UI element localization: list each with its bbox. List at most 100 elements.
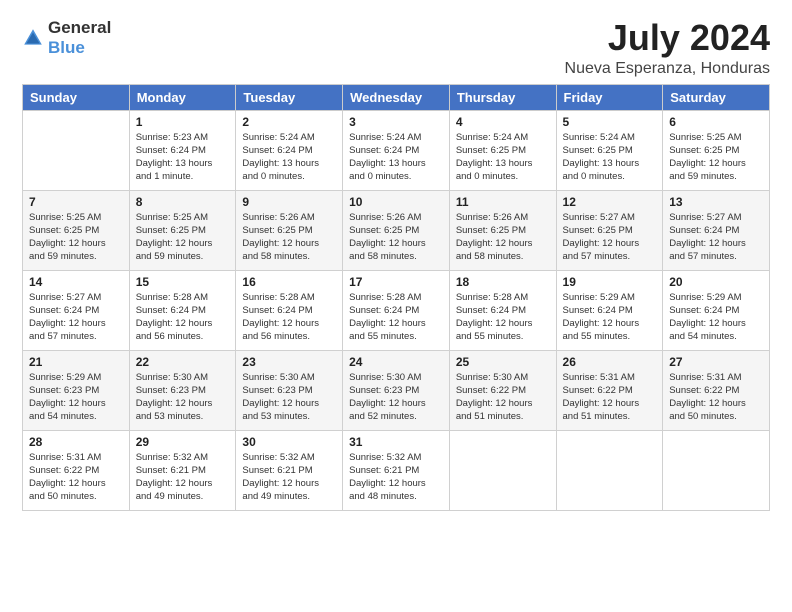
daylight-line1: Daylight: 13 hours [563,157,657,170]
day-number: 2 [242,115,336,129]
daylight-line1: Daylight: 12 hours [242,477,336,490]
sunrise-line: Sunrise: 5:28 AM [136,291,230,304]
calendar-cell: 2 Sunrise: 5:24 AMSunset: 6:24 PMDaylight… [236,110,343,190]
day-info: Sunrise: 5:31 AMSunset: 6:22 PMDaylight:… [563,371,657,424]
sunset-line: Sunset: 6:24 PM [136,304,230,317]
sunrise-line: Sunrise: 5:28 AM [242,291,336,304]
sunrise-line: Sunrise: 5:29 AM [669,291,763,304]
day-info: Sunrise: 5:27 AMSunset: 6:24 PMDaylight:… [669,211,763,264]
sunset-line: Sunset: 6:24 PM [669,304,763,317]
daylight-line2: and 53 minutes. [242,410,336,423]
daylight-line1: Daylight: 12 hours [242,317,336,330]
sunrise-line: Sunrise: 5:24 AM [563,131,657,144]
day-info: Sunrise: 5:26 AMSunset: 6:25 PMDaylight:… [242,211,336,264]
sunrise-line: Sunrise: 5:25 AM [29,211,123,224]
day-number: 6 [669,115,763,129]
daylight-line1: Daylight: 13 hours [136,157,230,170]
daylight-line1: Daylight: 13 hours [242,157,336,170]
daylight-line1: Daylight: 12 hours [669,317,763,330]
sunset-line: Sunset: 6:25 PM [29,224,123,237]
daylight-line1: Daylight: 12 hours [563,237,657,250]
calendar-cell: 27 Sunrise: 5:31 AMSunset: 6:22 PMDayligh… [663,350,770,430]
day-info: Sunrise: 5:30 AMSunset: 6:23 PMDaylight:… [242,371,336,424]
calendar-cell: 12Sunrise: 5:27 AMSunset: 6:25 PMDayligh… [556,190,663,270]
sunset-line: Sunset: 6:24 PM [456,304,550,317]
daylight-line2: and 48 minutes. [349,490,443,503]
day-number: 1 [136,115,230,129]
daylight-line2: and 55 minutes. [456,330,550,343]
day-number: 25 [456,355,550,369]
calendar-cell: 4Sunrise: 5:24 AMSunset: 6:25 PMDaylight… [449,110,556,190]
daylight-line1: Daylight: 12 hours [669,397,763,410]
day-number: 10 [349,195,443,209]
sunset-line: Sunset: 6:21 PM [136,464,230,477]
daylight-line2: and 55 minutes. [563,330,657,343]
calendar-cell: 11Sunrise: 5:26 AMSunset: 6:25 PMDayligh… [449,190,556,270]
sunrise-line: Sunrise: 5:32 AM [242,451,336,464]
day-info: Sunrise: 5:24 AMSunset: 6:25 PMDaylight:… [563,131,657,184]
week-row-2: 14Sunrise: 5:27 AMSunset: 6:24 PMDayligh… [23,270,770,350]
sunset-line: Sunset: 6:25 PM [456,144,550,157]
day-number: 15 [136,275,230,289]
sunrise-line: Sunrise: 5:25 AM [136,211,230,224]
day-info: Sunrise: 5:32 AMSunset: 6:21 PMDaylight:… [242,451,336,504]
day-number: 16 [242,275,336,289]
daylight-line2: and 0 minutes. [242,170,336,183]
day-info: Sunrise: 5:30 AMSunset: 6:23 PMDaylight:… [349,371,443,424]
calendar-cell: 6Sunrise: 5:25 AMSunset: 6:25 PMDaylight… [663,110,770,190]
calendar-cell: 30 Sunrise: 5:32 AMSunset: 6:21 PMDayligh… [236,430,343,510]
sunset-line: Sunset: 6:25 PM [349,224,443,237]
day-info: Sunrise: 5:25 AMSunset: 6:25 PMDaylight:… [136,211,230,264]
calendar-cell: 14Sunrise: 5:27 AMSunset: 6:24 PMDayligh… [23,270,130,350]
sunset-line: Sunset: 6:24 PM [136,144,230,157]
day-info: Sunrise: 5:24 AMSunset: 6:24 PMDaylight:… [242,131,336,184]
daylight-line2: and 56 minutes. [242,330,336,343]
daylight-line2: and 51 minutes. [563,410,657,423]
day-number: 27 [669,355,763,369]
day-number: 11 [456,195,550,209]
title-block: July 2024 Nueva Esperanza, Honduras [565,18,770,78]
daylight-line2: and 58 minutes. [456,250,550,263]
sunset-line: Sunset: 6:22 PM [669,384,763,397]
daylight-line1: Daylight: 12 hours [136,397,230,410]
sunrise-line: Sunrise: 5:26 AM [242,211,336,224]
sunset-line: Sunset: 6:24 PM [242,144,336,157]
day-info: Sunrise: 5:32 AMSunset: 6:21 PMDaylight:… [349,451,443,504]
daylight-line2: and 59 minutes. [29,250,123,263]
header-wednesday: Wednesday [343,84,450,110]
sunrise-line: Sunrise: 5:29 AM [29,371,123,384]
sunset-line: Sunset: 6:24 PM [563,304,657,317]
sunset-line: Sunset: 6:25 PM [563,144,657,157]
day-number: 26 [563,355,657,369]
calendar-cell: 18Sunrise: 5:28 AMSunset: 6:24 PMDayligh… [449,270,556,350]
daylight-line2: and 1 minute. [136,170,230,183]
daylight-line1: Daylight: 12 hours [242,237,336,250]
sunrise-line: Sunrise: 5:31 AM [669,371,763,384]
sunset-line: Sunset: 6:21 PM [242,464,336,477]
sunset-line: Sunset: 6:22 PM [456,384,550,397]
sunset-line: Sunset: 6:24 PM [349,144,443,157]
logo-icon [22,27,44,49]
daylight-line1: Daylight: 12 hours [29,397,123,410]
daylight-line1: Daylight: 12 hours [563,317,657,330]
logo: General Blue [22,18,111,57]
calendar-table: SundayMondayTuesdayWednesdayThursdayFrid… [22,84,770,511]
daylight-line1: Daylight: 12 hours [29,317,123,330]
sunrise-line: Sunrise: 5:27 AM [669,211,763,224]
day-number: 22 [136,355,230,369]
sunset-line: Sunset: 6:24 PM [349,304,443,317]
daylight-line2: and 58 minutes. [349,250,443,263]
calendar-cell: 20Sunrise: 5:29 AMSunset: 6:24 PMDayligh… [663,270,770,350]
day-number: 13 [669,195,763,209]
calendar-cell: 5Sunrise: 5:24 AMSunset: 6:25 PMDaylight… [556,110,663,190]
sunrise-line: Sunrise: 5:24 AM [242,131,336,144]
page: General Blue July 2024 Nueva Esperanza, … [0,0,792,612]
calendar-cell: 15 Sunrise: 5:28 AMSunset: 6:24 PMDayligh… [129,270,236,350]
daylight-line1: Daylight: 13 hours [349,157,443,170]
day-number: 30 [242,435,336,449]
day-info: Sunrise: 5:28 AMSunset: 6:24 PMDaylight:… [456,291,550,344]
day-number: 28 [29,435,123,449]
logo-blue: Blue [48,38,111,58]
day-info: Sunrise: 5:28 AMSunset: 6:24 PMDaylight:… [136,291,230,344]
sunrise-line: Sunrise: 5:29 AM [563,291,657,304]
